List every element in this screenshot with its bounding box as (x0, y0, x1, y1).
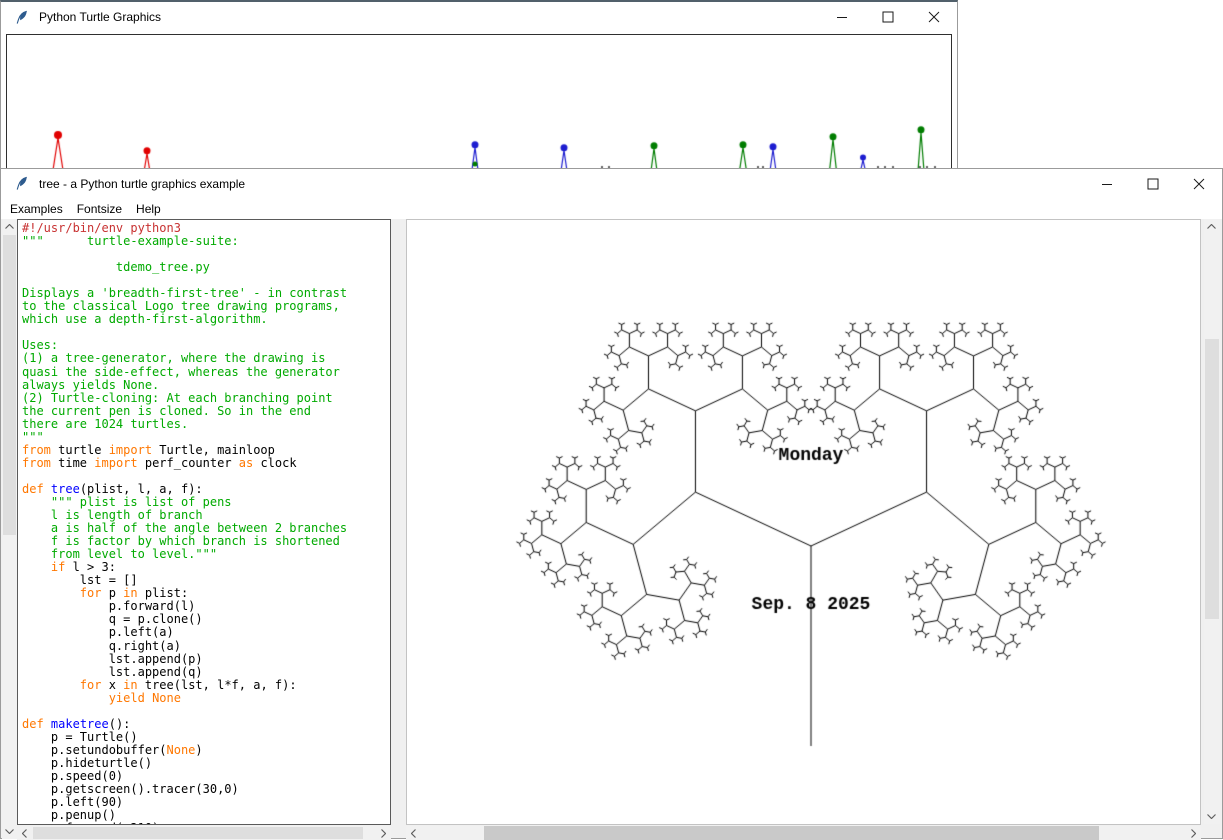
code-horizontal-scrollbar[interactable] (17, 826, 391, 840)
scroll-up-icon[interactable] (1204, 219, 1219, 234)
scroll-right-icon[interactable] (376, 826, 391, 840)
code-hscroll-thumb[interactable] (33, 827, 363, 839)
scroll-left-icon[interactable] (406, 826, 421, 840)
front-maximize-button[interactable] (1130, 169, 1176, 198)
canvas-vertical-scrollbar[interactable] (1204, 219, 1220, 824)
tk-feather-icon (14, 10, 29, 25)
maximize-icon (1147, 178, 1159, 190)
scroll-up-icon[interactable] (2, 219, 17, 234)
window-turtledemo-tree: tree - a Python turtle graphics example … (0, 168, 1223, 839)
tk-feather-icon (14, 176, 29, 191)
back-close-button[interactable] (911, 2, 957, 32)
turtle-graphics-canvas (7, 35, 949, 170)
minimize-icon (1101, 178, 1113, 190)
scroll-left-icon[interactable] (17, 826, 32, 840)
scroll-down-icon[interactable] (1204, 809, 1219, 824)
menu-fontsize[interactable]: Fontsize (70, 199, 129, 219)
close-icon (1193, 178, 1205, 190)
code-vertical-scrollbar[interactable] (2, 219, 17, 839)
close-icon (928, 11, 940, 23)
menu-help[interactable]: Help (129, 199, 168, 219)
back-minimize-button[interactable] (819, 2, 865, 32)
minimize-icon (836, 11, 848, 23)
source-code-viewer[interactable]: #!/usr/bin/env python3""" turtle-example… (17, 219, 391, 825)
turtle-drawing-area (406, 219, 1201, 825)
code-text: #!/usr/bin/env python3""" turtle-example… (22, 222, 347, 825)
back-maximize-button[interactable] (865, 2, 911, 32)
maximize-icon (882, 11, 894, 23)
scroll-right-icon[interactable] (1186, 826, 1201, 840)
front-titlebar[interactable]: tree - a Python turtle graphics example (1, 169, 1222, 198)
canvas-hscroll-thumb[interactable] (484, 826, 1099, 840)
tree-canvas (407, 220, 1200, 824)
canvas-horizontal-scrollbar[interactable] (406, 826, 1201, 840)
back-window-title: Python Turtle Graphics (39, 10, 161, 24)
front-minimize-button[interactable] (1084, 169, 1130, 198)
scroll-down-icon[interactable] (2, 824, 17, 839)
menu-examples[interactable]: Examples (3, 199, 70, 219)
front-close-button[interactable] (1176, 169, 1222, 198)
back-titlebar[interactable]: Python Turtle Graphics (1, 2, 957, 32)
turtle-graphics-canvas-frame (6, 34, 952, 171)
menubar: Examples Fontsize Help (1, 198, 1222, 219)
canvas-vscroll-thumb[interactable] (1205, 339, 1219, 619)
front-window-title: tree - a Python turtle graphics example (39, 177, 245, 191)
code-vscroll-thumb[interactable] (3, 235, 16, 535)
